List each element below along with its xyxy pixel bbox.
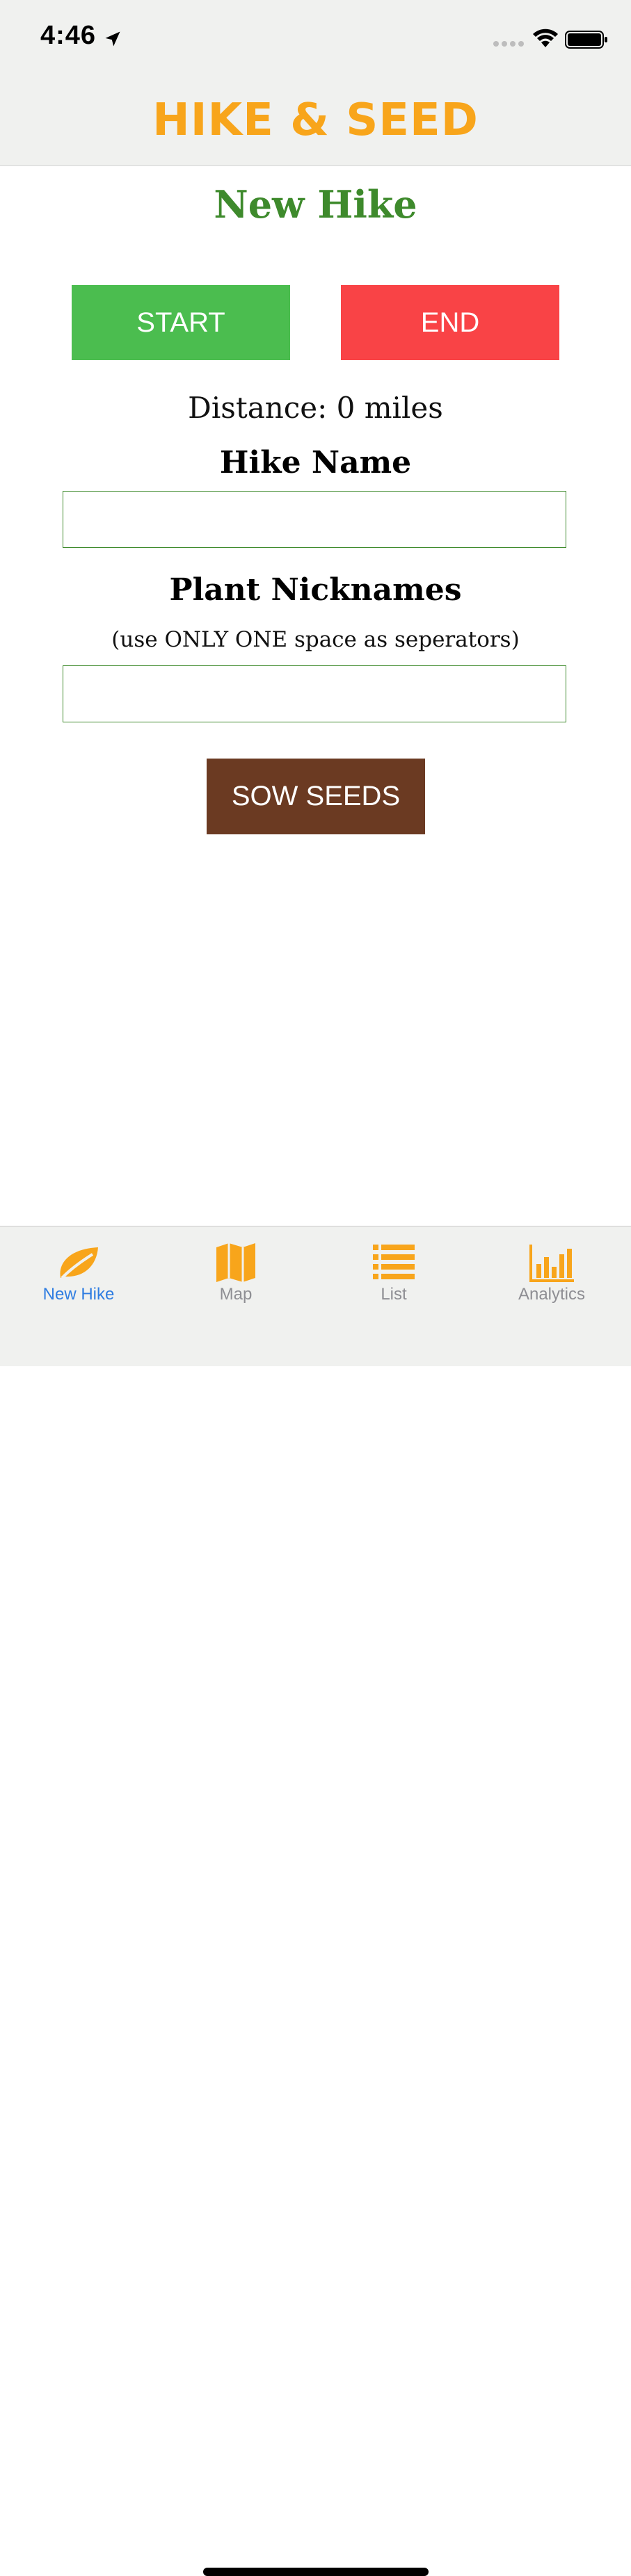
plant-nicknames-hint: (use ONLY ONE space as seperators) (111, 627, 520, 652)
tab-analytics[interactable]: Analytics (473, 1226, 630, 1317)
distance-readout: Distance: 0 miles (188, 391, 443, 425)
wifi-icon (533, 29, 558, 47)
tab-label-new-hike: New Hike (42, 1285, 115, 1304)
nav-header: HIKE & SEED (0, 76, 631, 166)
start-button[interactable]: START (72, 285, 290, 360)
home-indicator[interactable] (203, 2568, 429, 2576)
leaf-icon (60, 1247, 98, 1279)
sow-seeds-button[interactable]: SOW SEEDS (207, 759, 425, 834)
hike-name-label: Hike Name (219, 445, 412, 480)
battery-icon (565, 31, 607, 49)
tab-label-map: Map (219, 1285, 253, 1304)
app-title: HIKE & SEED (152, 95, 479, 146)
plant-nicknames-label: Plant Nicknames (169, 572, 462, 608)
location-arrow-icon (105, 31, 120, 47)
page-title: New Hike (214, 182, 417, 227)
hike-name-input[interactable] (63, 491, 566, 548)
status-time: 4:46 (40, 21, 97, 50)
cellular-signal-icon (493, 41, 524, 47)
tab-bar: New Hike Map List Analytics (0, 1226, 631, 2576)
tab-map[interactable]: Map (157, 1226, 314, 1317)
plant-nicknames-input[interactable] (63, 665, 566, 722)
end-button[interactable]: END (341, 285, 559, 360)
tab-list[interactable]: List (315, 1226, 472, 1317)
status-bar: 4:46 (0, 0, 631, 76)
tab-new-hike[interactable]: New Hike (0, 1226, 157, 1317)
map-icon (216, 1243, 255, 1282)
bar-chart-icon (529, 1245, 574, 1282)
tab-label-list: List (381, 1285, 407, 1304)
tab-label-analytics: Analytics (518, 1285, 586, 1304)
list-icon (373, 1245, 415, 1279)
